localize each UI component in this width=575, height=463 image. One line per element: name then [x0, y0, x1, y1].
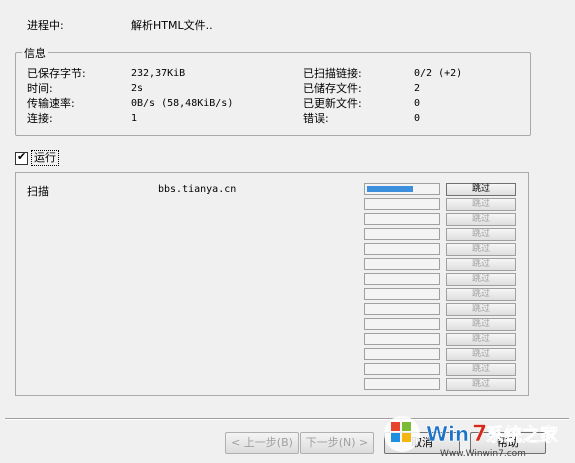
worker-progress-bar [364, 213, 440, 225]
skip-button[interactable]: 跳过 [446, 363, 516, 376]
info-groupbox [15, 52, 531, 136]
worker-progress-bar [364, 198, 440, 210]
skip-button[interactable]: 跳过 [446, 213, 516, 226]
errors-label: 错误: [303, 112, 329, 125]
svg-text:系统之家: 系统之家 [486, 424, 559, 446]
time-value: 2s [131, 83, 144, 94]
worker-progress-bar [364, 183, 440, 195]
info-groupbox-title: 信息 [22, 45, 48, 61]
saved-bytes-value: 232,37KiB [131, 68, 186, 79]
run-checkbox-label[interactable]: 运行 [31, 150, 59, 166]
next-button[interactable]: 下一步(N) > [300, 432, 374, 454]
worker-progress-bar [364, 303, 440, 315]
worker-progress-bar [364, 363, 440, 375]
skip-button[interactable]: 跳过 [446, 318, 516, 331]
skip-button[interactable]: 跳过 [446, 183, 516, 196]
skip-button[interactable]: 跳过 [446, 258, 516, 271]
checkmark-icon: ✔ [17, 150, 27, 163]
skip-button[interactable]: 跳过 [446, 348, 516, 361]
worker-progress-bar [364, 333, 440, 345]
time-label: 时间: [27, 82, 53, 95]
status-value: 解析HTML文件.. [131, 19, 213, 32]
skip-button[interactable]: 跳过 [446, 378, 516, 391]
connections-label: 连接: [27, 112, 53, 125]
scanned-links-value: 0/2 (+2) [414, 68, 463, 79]
updated-files-value: 0 [414, 98, 421, 109]
worker-host: bbs.tianya.cn [158, 184, 237, 195]
scanned-links-label: 已扫描链接: [303, 67, 362, 80]
transfer-rate-value: 0B/s (58,48KiB/s) [131, 98, 234, 109]
svg-text:Win: Win [426, 422, 469, 446]
worker-progress-bar [364, 273, 440, 285]
status-label: 进程中: [27, 19, 64, 32]
skip-button[interactable]: 跳过 [446, 273, 516, 286]
stored-files-label: 已储存文件: [303, 82, 362, 95]
worker-progress-bar [364, 378, 440, 390]
skip-button[interactable]: 跳过 [446, 333, 516, 346]
worker-progress-bar [364, 228, 440, 240]
updated-files-label: 已更新文件: [303, 97, 362, 110]
progress-fill [367, 186, 413, 192]
worker-progress-bar [364, 318, 440, 330]
worker-progress-bar [364, 243, 440, 255]
worker-progress-bar [364, 348, 440, 360]
stored-files-value: 2 [414, 83, 421, 94]
errors-value: 0 [414, 113, 421, 124]
watermark-logo: Win 7 系统之家 Www.Winwin7.com [380, 408, 570, 460]
saved-bytes-label: 已保存字节: [27, 67, 86, 80]
transfer-rate-label: 传输速率: [27, 97, 75, 110]
skip-button[interactable]: 跳过 [446, 243, 516, 256]
svg-text:Www.Winwin7.com: Www.Winwin7.com [440, 449, 526, 459]
skip-button[interactable]: 跳过 [446, 198, 516, 211]
run-checkbox[interactable]: ✔ [15, 150, 28, 165]
worker-progress-bar [364, 288, 440, 300]
skip-button[interactable]: 跳过 [446, 228, 516, 241]
back-button[interactable]: < 上一步(B) [225, 432, 299, 454]
skip-button[interactable]: 跳过 [446, 288, 516, 301]
connections-value: 1 [131, 113, 138, 124]
worker-action: 扫描 [27, 185, 49, 198]
skip-button[interactable]: 跳过 [446, 303, 516, 316]
worker-progress-bar [364, 258, 440, 270]
